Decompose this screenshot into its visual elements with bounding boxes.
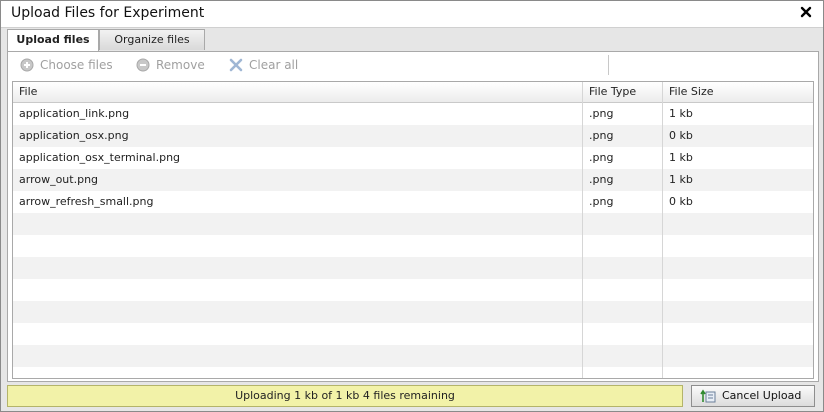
empty-row: [13, 213, 813, 235]
file-size-cell: 0 kb: [669, 129, 693, 142]
file-size-cell: 1 kb: [669, 151, 693, 164]
table-row[interactable]: application_osx.png .png 0 kb: [13, 125, 813, 147]
file-name-cell: application_osx.png: [19, 129, 129, 142]
table-row[interactable]: arrow_out.png .png 1 kb: [13, 169, 813, 191]
empty-row: [13, 257, 813, 279]
table-row[interactable]: arrow_refresh_small.png .png 0 kb: [13, 191, 813, 213]
tab-organize-files[interactable]: Organize files: [99, 29, 205, 50]
table-row[interactable]: application_link.png .png 1 kb: [13, 103, 813, 125]
empty-row: [13, 367, 813, 378]
column-divider: [582, 82, 583, 378]
empty-row: [13, 235, 813, 257]
file-size-cell: 1 kb: [669, 173, 693, 186]
close-icon[interactable]: [799, 5, 813, 19]
clear-x-icon: [229, 58, 243, 72]
file-name-cell: arrow_refresh_small.png: [19, 195, 154, 208]
remove-button[interactable]: Remove: [136, 58, 216, 74]
dialog-title: Upload Files for Experiment: [11, 5, 205, 21]
file-type-cell: .png: [589, 151, 614, 164]
file-type-cell: .png: [589, 129, 614, 142]
choose-files-button[interactable]: Choose files: [20, 58, 120, 74]
file-name-cell: application_link.png: [19, 107, 130, 120]
remove-circle-icon: [136, 58, 150, 72]
clear-all-label: Clear all: [249, 58, 299, 72]
table-header: File File Type File Size: [13, 82, 813, 103]
tab-upload-files[interactable]: Upload files: [7, 29, 99, 51]
empty-row: [13, 301, 813, 323]
file-size-cell: 0 kb: [669, 195, 693, 208]
upload-status-bar: Uploading 1 kb of 1 kb 4 files remaining: [7, 385, 683, 407]
empty-row: [13, 323, 813, 345]
toolbar: Choose files Remove Clear all: [8, 52, 818, 80]
clear-all-button[interactable]: Clear all: [229, 58, 309, 74]
column-divider: [662, 82, 663, 378]
file-type-cell: .png: [589, 195, 614, 208]
cancel-upload-button[interactable]: Cancel Upload: [691, 385, 815, 407]
column-header-file-size[interactable]: File Size: [663, 82, 813, 102]
column-header-file[interactable]: File: [13, 82, 583, 102]
table-row[interactable]: application_osx_terminal.png .png 1 kb: [13, 147, 813, 169]
file-name-cell: application_osx_terminal.png: [19, 151, 181, 164]
title-bar: Upload Files for Experiment: [1, 1, 823, 28]
cancel-upload-label: Cancel Upload: [722, 389, 802, 402]
toolbar-separator: [608, 55, 609, 75]
empty-row: [13, 345, 813, 367]
column-header-file-type[interactable]: File Type: [583, 82, 663, 102]
file-size-cell: 1 kb: [669, 107, 693, 120]
upload-cancel-icon: [700, 389, 716, 403]
file-type-cell: .png: [589, 173, 614, 186]
file-table: File File Type File Size application_lin…: [12, 81, 814, 379]
upload-dialog: Upload Files for Experiment Upload files…: [0, 0, 824, 412]
upload-panel: Choose files Remove Clear all File File: [7, 51, 819, 382]
remove-label: Remove: [156, 58, 205, 72]
file-name-cell: arrow_out.png: [19, 173, 99, 186]
empty-row: [13, 279, 813, 301]
choose-files-label: Choose files: [40, 58, 113, 72]
add-circle-icon: [20, 58, 34, 72]
file-type-cell: .png: [589, 107, 614, 120]
